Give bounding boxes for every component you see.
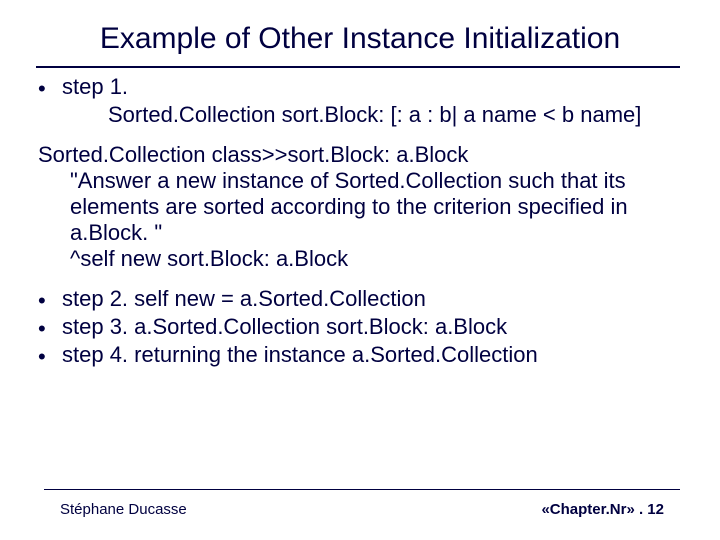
- method-block: Sorted.Collection class>>sort.Block: a.B…: [38, 142, 682, 272]
- bullet-step-2: • step 2. self new = a.Sorted.Collection: [38, 286, 682, 314]
- slide-title: Example of Other Instance Initialization: [40, 22, 680, 56]
- bullet-step-4: • step 4. returning the instance a.Sorte…: [38, 342, 682, 370]
- bullet-step-1: • step 1.: [38, 74, 682, 102]
- footer-pager: «Chapter.Nr» . 12: [541, 501, 664, 518]
- method-line-3: ^self new sort.Block: a.Block: [38, 246, 682, 272]
- footer-divider: [44, 489, 680, 490]
- bullet-dot-icon: •: [38, 314, 62, 342]
- step3-text: step 3. a.Sorted.Collection sort.Block: …: [62, 314, 682, 340]
- bullet-dot-icon: •: [38, 342, 62, 370]
- step1-label: step 1.: [62, 74, 682, 100]
- step4-text: step 4. returning the instance a.Sorted.…: [62, 342, 682, 368]
- step1-code: Sorted.Collection sort.Block: [: a : b| …: [38, 102, 682, 128]
- slide-body: • step 1. Sorted.Collection sort.Block: …: [38, 74, 682, 370]
- slide: Example of Other Instance Initialization…: [0, 0, 720, 540]
- footer-author: Stéphane Ducasse: [60, 501, 187, 518]
- steps-later: • step 2. self new = a.Sorted.Collection…: [38, 286, 682, 370]
- bullet-dot-icon: •: [38, 286, 62, 314]
- bullet-step-3: • step 3. a.Sorted.Collection sort.Block…: [38, 314, 682, 342]
- method-comment: "Answer a new instance of Sorted.Collect…: [38, 168, 682, 246]
- step2-text: step 2. self new = a.Sorted.Collection: [62, 286, 682, 312]
- bullet-dot-icon: •: [38, 74, 62, 102]
- method-line-1: Sorted.Collection class>>sort.Block: a.B…: [38, 142, 682, 168]
- title-underline: [36, 66, 680, 68]
